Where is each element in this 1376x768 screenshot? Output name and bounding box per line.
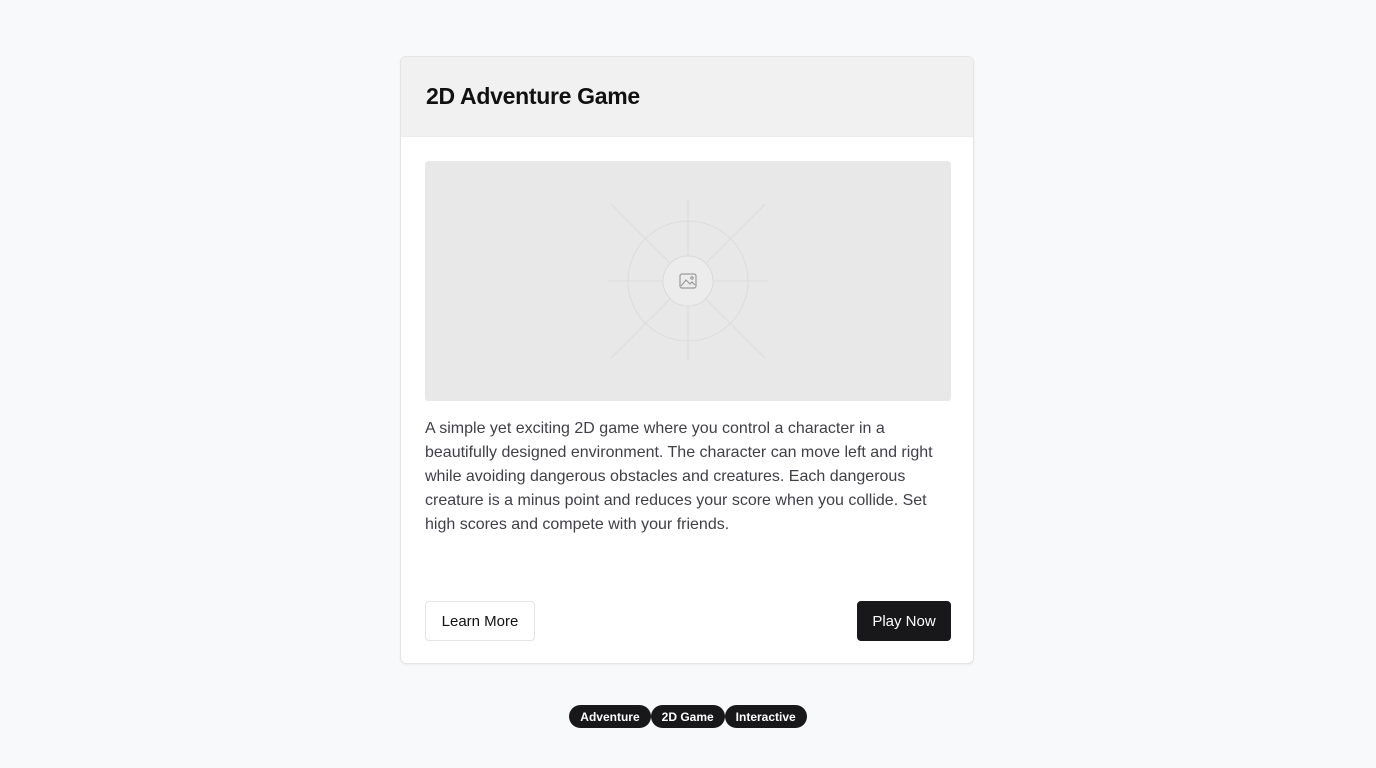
tag-badge: Adventure [569, 705, 651, 728]
placeholder-graphic [608, 201, 768, 361]
game-card: 2D Adventure Game A simple yet exciting … [400, 56, 974, 664]
tag-badge: 2D Game [650, 705, 725, 728]
game-description: A simple yet exciting 2D game where you … [425, 420, 933, 533]
play-now-button[interactable]: Play Now [857, 601, 951, 641]
tag-list: Adventure 2D Game Interactive [0, 705, 1376, 728]
game-image-placeholder [425, 161, 951, 401]
tag-badge: Interactive [724, 705, 807, 728]
card-title: 2D Adventure Game [426, 83, 640, 109]
learn-more-button[interactable]: Learn More [425, 601, 535, 641]
card-header: 2D Adventure Game [401, 57, 973, 137]
